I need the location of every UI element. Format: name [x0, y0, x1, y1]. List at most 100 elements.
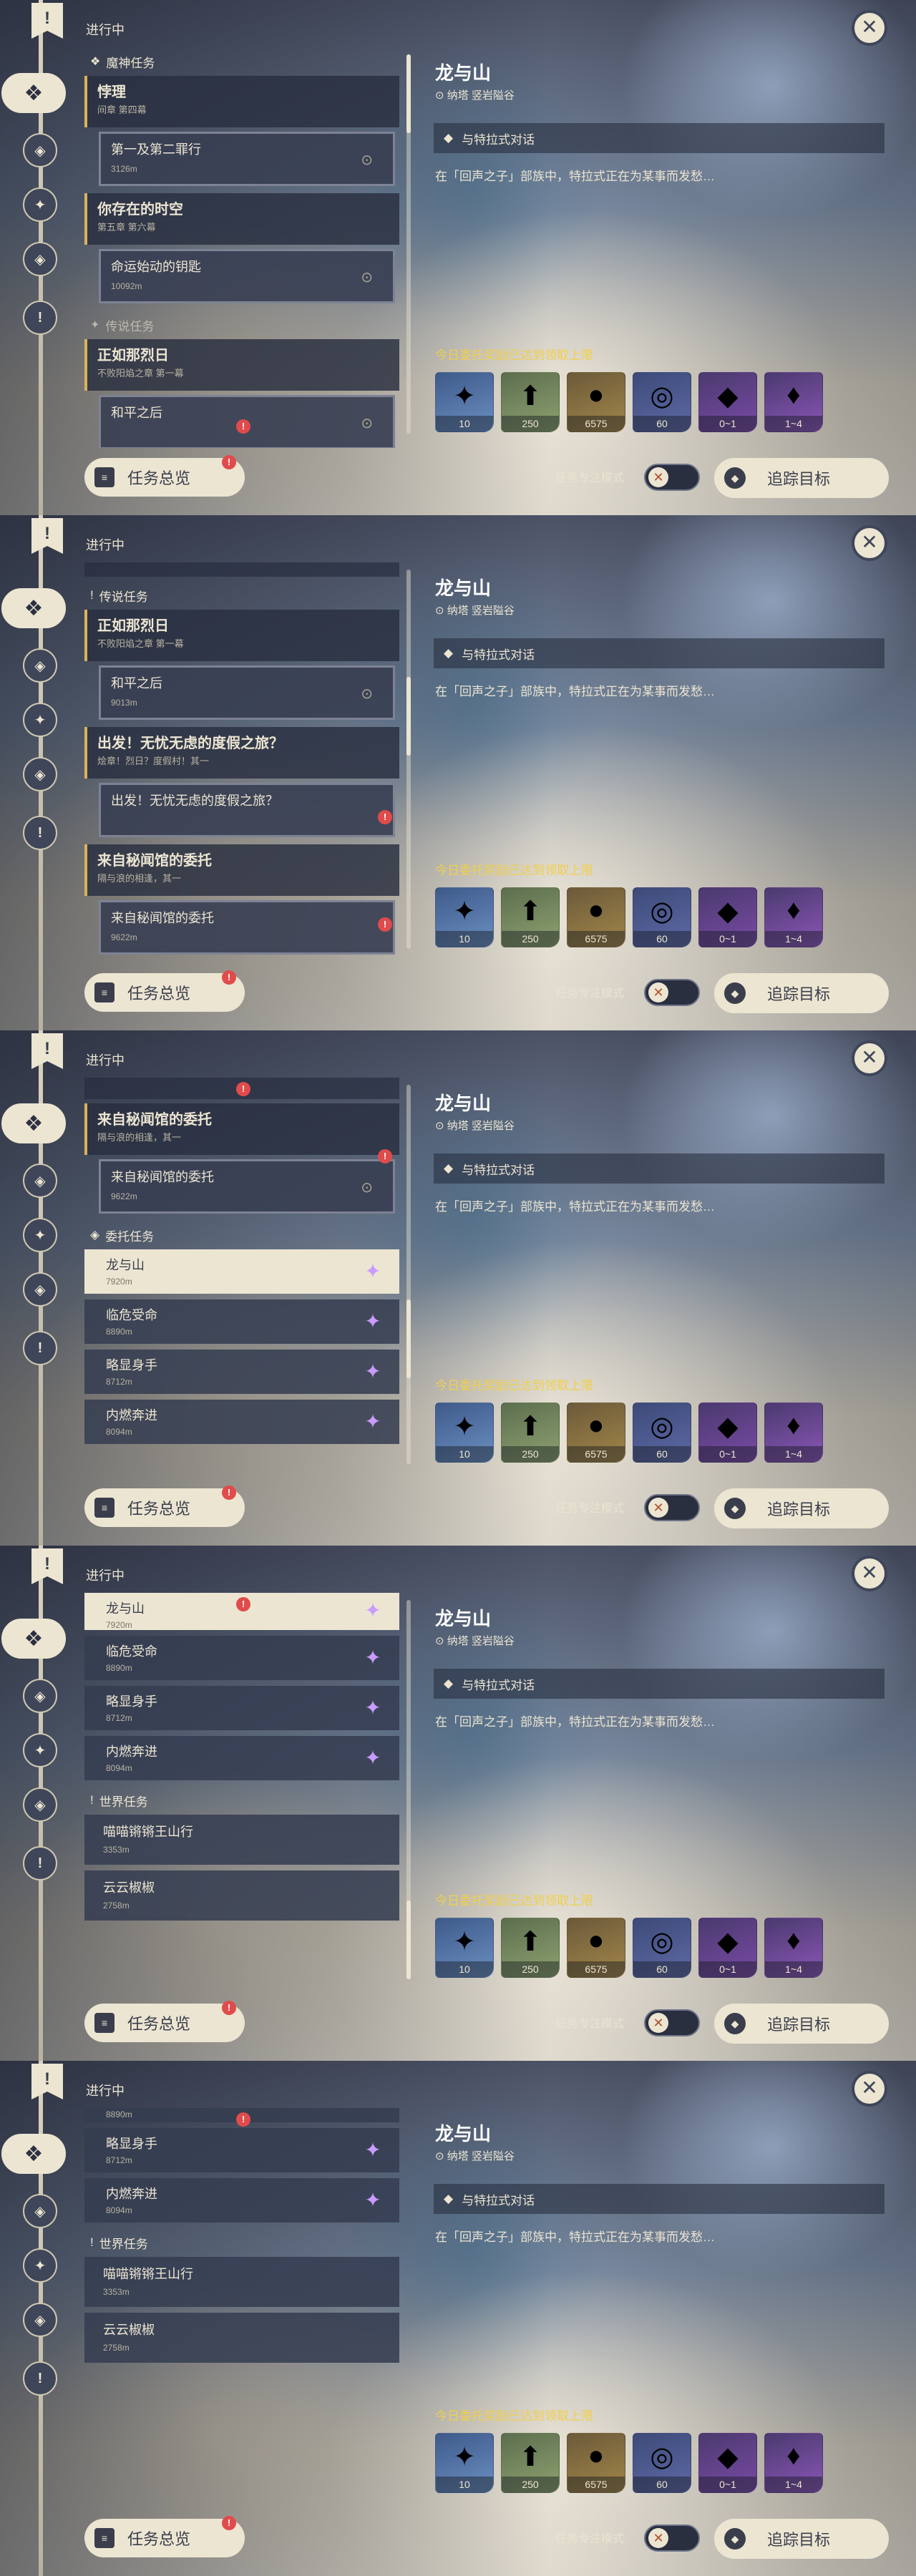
commission-item[interactable]: 龙与山 7920m ✦ [84, 1249, 399, 1294]
reward-item[interactable]: ⬆ 250 [501, 2433, 560, 2493]
category-all-button[interactable]: ❖ [1, 73, 66, 113]
reward-item[interactable]: ● 6575 [567, 372, 625, 432]
close-button[interactable]: ✕ [852, 2071, 887, 2107]
reward-item[interactable]: ♦ 1~4 [764, 2433, 823, 2493]
scroll-thumb[interactable] [406, 1901, 411, 1979]
reward-item[interactable]: ♦ 1~4 [764, 887, 823, 947]
scroll-thumb[interactable] [406, 1299, 411, 1378]
reward-item[interactable]: ● 6575 [567, 1918, 625, 1978]
quest-item[interactable]: 出发！无忧无虑的度假之旅？ 烩章！烈日？度假村！其一 [84, 727, 399, 779]
commission-item[interactable]: 内燃奔进 8094m ✦ [84, 2178, 399, 2223]
close-button[interactable]: ✕ [852, 10, 887, 46]
reward-item[interactable]: ✦ 10 [435, 2433, 494, 2493]
category-world-button[interactable]: ! [23, 1846, 57, 1880]
quest-step[interactable]: 第一及第二罪行 3126m ⊙ [99, 132, 395, 186]
quest-step[interactable]: 来自秘闻馆的委托 9622m [99, 900, 395, 955]
category-commission-button[interactable]: ◈ [23, 2303, 57, 2337]
category-commission-button[interactable]: ◈ [23, 1272, 57, 1307]
reward-item[interactable]: ◎ 60 [633, 1402, 691, 1463]
category-world-button[interactable]: ! [23, 816, 57, 850]
scrollbar[interactable] [406, 1600, 411, 1979]
category-all-button[interactable]: ❖ [1, 1103, 66, 1143]
track-button[interactable]: ◆ 追踪目标 [714, 973, 889, 1013]
overview-button[interactable]: ≡ 任务总览 [84, 2004, 245, 2042]
category-world-button[interactable]: ! [23, 1331, 57, 1365]
scrollbar[interactable] [406, 1085, 411, 1464]
quest-step[interactable]: 命运始动的钥匙 10092m ⊙ [99, 249, 395, 303]
close-button[interactable]: ✕ [852, 1556, 887, 1591]
focus-mode-toggle[interactable]: ✕ [644, 2524, 700, 2552]
commission-item[interactable]: 略显身手 8712m ✦ [84, 1686, 399, 1730]
reward-item[interactable]: ✦ 10 [435, 1918, 494, 1978]
commission-item[interactable]: 内燃奔进 8094m ✦ [84, 1400, 399, 1444]
reward-item[interactable]: ◎ 60 [633, 2433, 691, 2493]
overview-button[interactable]: ≡ 任务总览 [84, 1488, 245, 1527]
reward-item[interactable]: ● 6575 [567, 1402, 625, 1463]
focus-mode-toggle[interactable]: ✕ [644, 2009, 700, 2036]
world-quest-item[interactable]: 云云椒椒 2758m [84, 2313, 399, 2363]
category-all-button[interactable]: ❖ [1, 588, 66, 628]
reward-item[interactable]: ✦ 10 [435, 887, 494, 947]
scroll-thumb[interactable] [406, 54, 411, 133]
reward-item[interactable]: ◎ 60 [633, 887, 691, 947]
overview-button[interactable]: ≡ 任务总览 [84, 458, 245, 497]
track-button[interactable]: ◆ 追踪目标 [714, 2004, 889, 2044]
category-archon-button[interactable]: ◈ [23, 1163, 57, 1198]
reward-item[interactable]: ◎ 60 [633, 372, 691, 432]
reward-item[interactable]: ◆ 0~1 [698, 887, 757, 947]
world-quest-item[interactable]: 喵喵锵锵王山行 3353m [84, 2257, 399, 2307]
category-all-button[interactable]: ❖ [1, 2134, 66, 2174]
reward-item[interactable]: ♦ 1~4 [764, 1402, 823, 1463]
reward-item[interactable]: ⬆ 250 [501, 1402, 560, 1463]
category-world-button[interactable]: ! [23, 301, 57, 335]
category-archon-button[interactable]: ◈ [23, 1679, 57, 1713]
focus-mode-toggle[interactable]: ✕ [644, 464, 700, 491]
category-all-button[interactable]: ❖ [1, 1619, 66, 1659]
world-quest-item[interactable]: 云云椒椒 2758m [84, 1870, 399, 1921]
world-quest-item[interactable]: 喵喵锵锵王山行 3353m [84, 1815, 399, 1865]
category-archon-button[interactable]: ◈ [23, 648, 57, 683]
track-button[interactable]: ◆ 追踪目标 [714, 458, 889, 498]
reward-item[interactable]: ✦ 10 [435, 1402, 494, 1463]
quest-step[interactable]: 来自秘闻馆的委托 9622m ⊙ [99, 1159, 395, 1214]
category-story-button[interactable]: ✦ [23, 703, 57, 737]
quest-item[interactable]: 正如那烈日 不败阳焰之章 第一幕 [84, 610, 399, 661]
quest-item[interactable]: 悖理 间章 第四幕 [84, 76, 399, 127]
reward-item[interactable]: ⬆ 250 [501, 887, 560, 947]
category-archon-button[interactable]: ◈ [23, 133, 57, 167]
overview-button[interactable]: ≡ 任务总览 [84, 973, 245, 1012]
commission-item[interactable]: 临危受命 8890m ✦ [84, 1636, 399, 1680]
commission-item[interactable]: 内燃奔进 8094m ✦ [84, 1736, 399, 1780]
reward-item[interactable]: ⬆ 250 [501, 372, 560, 432]
quest-item[interactable]: 正如那烈日 不败阳焰之章 第一幕 [84, 339, 399, 391]
reward-item[interactable]: ◆ 0~1 [698, 1918, 757, 1978]
commission-item[interactable]: 临危受命 8890m ✦ [84, 1299, 399, 1344]
category-story-button[interactable]: ✦ [23, 1218, 57, 1252]
reward-item[interactable]: ⬆ 250 [501, 1918, 560, 1978]
focus-mode-toggle[interactable]: ✕ [644, 1494, 700, 1521]
reward-item[interactable]: ◆ 0~1 [698, 1402, 757, 1463]
scroll-thumb[interactable] [406, 677, 411, 756]
track-button[interactable]: ◆ 追踪目标 [714, 1488, 889, 1528]
category-commission-button[interactable]: ◈ [23, 757, 57, 791]
scrollbar[interactable] [406, 570, 411, 949]
reward-item[interactable]: ♦ 1~4 [764, 1918, 823, 1978]
reward-item[interactable]: ● 6575 [567, 887, 625, 947]
reward-item[interactable]: ◆ 0~1 [698, 2433, 757, 2493]
quest-item[interactable]: 你存在的时空 第五章 第六幕 [84, 193, 399, 245]
category-story-button[interactable]: ✦ [23, 187, 57, 222]
track-button[interactable]: ◆ 追踪目标 [714, 2519, 889, 2559]
category-archon-button[interactable]: ◈ [23, 2194, 57, 2228]
quest-step[interactable]: 出发！无忧无虑的度假之旅？ [99, 783, 395, 837]
reward-item[interactable]: ♦ 1~4 [764, 372, 823, 432]
commission-item[interactable]: 略显身手 8712m ✦ [84, 1350, 399, 1394]
focus-mode-toggle[interactable]: ✕ [644, 979, 700, 1006]
category-story-button[interactable]: ✦ [23, 1733, 57, 1767]
close-button[interactable]: ✕ [852, 525, 887, 561]
reward-item[interactable]: ◎ 60 [633, 1918, 691, 1978]
reward-item[interactable]: ✦ 10 [435, 372, 494, 432]
category-story-button[interactable]: ✦ [23, 2248, 57, 2283]
reward-item[interactable]: ◆ 0~1 [698, 372, 757, 432]
category-commission-button[interactable]: ◈ [23, 242, 57, 276]
close-button[interactable]: ✕ [852, 1040, 887, 1076]
